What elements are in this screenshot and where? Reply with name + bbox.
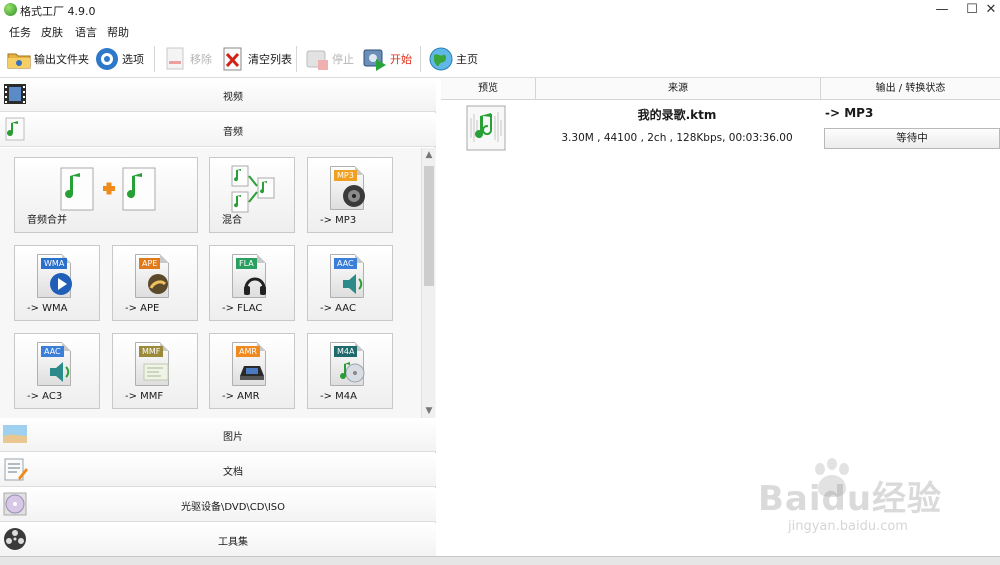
source-file-info: 3.30M , 44100 , 2ch , 128Kbps, 00:03:36.… [561, 132, 793, 144]
title-bar: 格式工厂 4.9.0 — ☐ ✕ [0, 0, 1000, 20]
audio-merge-icon [59, 166, 159, 214]
app-logo-icon [4, 3, 17, 16]
tile-to-ac3[interactable]: AAC -> AC3 [14, 333, 100, 409]
tile-to-wma[interactable]: WMA -> WMA [14, 245, 100, 321]
category-label: 光驱设备\DVD\CD\ISO [180, 502, 286, 513]
scrollbar-thumb[interactable] [424, 166, 434, 286]
task-table-header: 预览 来源 输出 / 转换状态 [441, 78, 1000, 100]
ape-file-icon: APE [135, 254, 175, 302]
category-label: 工具集 [218, 537, 248, 548]
amr-file-icon: AMR [232, 342, 272, 390]
task-list-panel: 预览 来源 输出 / 转换状态 我的录歌.ktm 3.30M , 44100 ,… [441, 78, 1000, 556]
globe-icon [428, 46, 454, 72]
status-bar [0, 556, 1000, 565]
tools-reel-icon [2, 526, 28, 552]
tiles-scrollbar[interactable]: ▲ ▼ [421, 148, 435, 418]
category-audio[interactable]: 音频 [0, 113, 436, 147]
music-note-icon [2, 116, 28, 142]
mp3-file-icon: MP3 [330, 166, 370, 214]
conversion-status-button[interactable]: 等待中 [824, 128, 1000, 149]
category-tools[interactable]: 工具集 [0, 523, 436, 557]
aac-file-icon: AAC [330, 254, 370, 302]
audio-mix-icon [230, 164, 278, 214]
stop-icon [304, 46, 330, 72]
category-label: 文档 [223, 467, 243, 478]
tile-to-amr[interactable]: AMR -> AMR [209, 333, 295, 409]
menu-bar: 任务 皮肤 语言 帮助 [0, 20, 1000, 40]
maximize-button[interactable]: ☐ [960, 2, 984, 18]
stop-button[interactable]: 停止 [304, 44, 354, 74]
remove-icon [162, 46, 188, 72]
clear-list-button[interactable]: 清空列表 [220, 44, 292, 74]
mmf-file-icon: MMF [135, 342, 175, 390]
m4a-file-icon: M4A [330, 342, 370, 390]
menu-task[interactable]: 任务 [9, 24, 31, 40]
table-row[interactable]: 我的录歌.ktm 3.30M , 44100 , 2ch , 128Kbps, … [441, 100, 1000, 160]
output-folder-button[interactable]: 输出文件夹 [6, 44, 89, 74]
tile-to-mp3[interactable]: MP3 -> MP3 [307, 157, 393, 233]
menu-skin[interactable]: 皮肤 [41, 24, 63, 40]
category-label: 图片 [223, 432, 243, 443]
toolbar-divider [154, 46, 155, 72]
menu-language[interactable]: 语言 [75, 24, 97, 40]
start-button[interactable]: 开始 [362, 44, 412, 74]
tile-to-ape[interactable]: APE -> APE [112, 245, 198, 321]
category-picture[interactable]: 图片 [0, 418, 436, 452]
category-document[interactable]: 文档 [0, 453, 436, 487]
close-button[interactable]: ✕ [982, 2, 1000, 18]
category-optical-drive[interactable]: 光驱设备\DVD\CD\ISO [0, 488, 436, 522]
menu-help[interactable]: 帮助 [107, 24, 129, 40]
column-header-source[interactable]: 来源 [536, 78, 821, 100]
start-icon [362, 46, 388, 72]
ac3-file-icon: AAC [37, 342, 77, 390]
minimize-button[interactable]: — [930, 2, 954, 18]
home-button[interactable]: 主页 [428, 44, 478, 74]
wma-file-icon: WMA [37, 254, 77, 302]
options-button[interactable]: 选项 [94, 44, 144, 74]
document-icon [2, 456, 28, 482]
source-file-name: 我的录歌.ktm [637, 108, 717, 122]
toolbar: 输出文件夹 选项 移除 清空列表 停止 开始 主页 [0, 40, 1000, 78]
tile-audio-mix[interactable]: 混合 [209, 157, 295, 233]
tile-audio-merge[interactable]: 音频合并 [14, 157, 198, 233]
column-header-preview[interactable]: 预览 [441, 78, 536, 100]
tile-to-flac[interactable]: FLA -> FLAC [209, 245, 295, 321]
column-header-output-status[interactable]: 输出 / 转换状态 [821, 78, 1000, 100]
film-icon [2, 81, 28, 107]
settings-icon [94, 46, 120, 72]
clear-icon [220, 46, 246, 72]
toolbar-divider [420, 46, 421, 72]
scroll-down-arrow-icon[interactable]: ▼ [422, 404, 436, 418]
output-format: -> MP3 [825, 106, 874, 120]
category-label: 视频 [223, 92, 243, 103]
window-title: 格式工厂 4.9.0 [20, 5, 96, 18]
tile-to-mmf[interactable]: MMF -> MMF [112, 333, 198, 409]
tile-to-aac[interactable]: AAC -> AAC [307, 245, 393, 321]
scroll-up-arrow-icon[interactable]: ▲ [422, 148, 436, 162]
remove-button[interactable]: 移除 [162, 44, 212, 74]
audio-tiles-grid: 音频合并 混合 MP3 -> MP3 WMA -> WMA APE -> APE… [0, 148, 436, 418]
audio-file-preview-icon [465, 104, 509, 152]
category-label: 音频 [223, 127, 243, 138]
landscape-picture-icon [2, 421, 28, 447]
tile-to-m4a[interactable]: M4A -> M4A [307, 333, 393, 409]
disc-icon [2, 491, 28, 517]
category-video[interactable]: 视频 [0, 78, 436, 112]
flac-file-icon: FLA [232, 254, 272, 302]
toolbar-divider [296, 46, 297, 72]
category-panel: 视频 音频 音频合并 混合 MP3 -> MP3 WMA -> WMA APE … [0, 78, 436, 557]
folder-icon [6, 46, 32, 72]
